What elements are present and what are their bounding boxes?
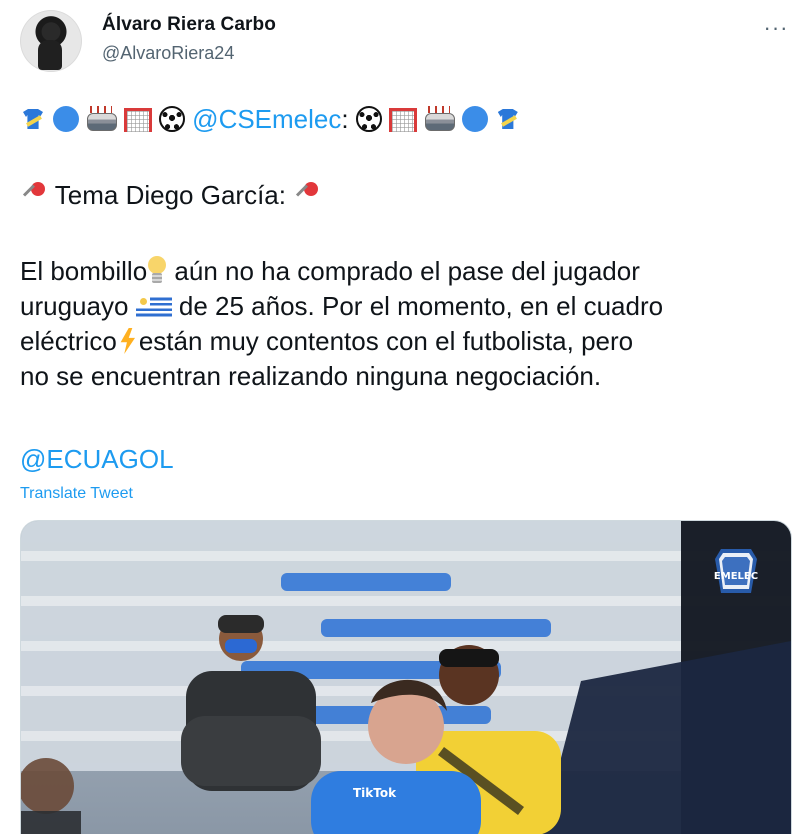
tweet-line-1: @CSEmelec:	[20, 102, 521, 136]
author-name[interactable]: Álvaro Riera Carbo	[102, 14, 276, 36]
shirt-icon	[20, 106, 46, 132]
paragraph-text: no se encuentran realizando ninguna nego…	[20, 361, 602, 391]
media-illustration: EMELEC TikTok	[21, 521, 791, 834]
tweet-line-2: Tema Diego García:	[20, 178, 321, 212]
blue-circle-icon	[53, 106, 80, 132]
shirt-icon	[495, 106, 521, 132]
tweet-paragraph-line-2: uruguayo de 25 años. Por el momento, en …	[20, 289, 663, 323]
paragraph-text: El bombillo	[20, 256, 148, 286]
bulb-icon	[147, 256, 167, 286]
paragraph-text: uruguayo	[20, 291, 129, 321]
tweet-header: Álvaro Riera Carbo @AlvaroRiera24 ···	[20, 10, 790, 76]
goal-net-icon	[389, 108, 418, 132]
mention-ecuagol[interactable]: @ECUAGOL	[20, 442, 174, 476]
avatar[interactable]	[20, 10, 82, 72]
stadium-icon	[86, 106, 118, 132]
more-horizontal-icon[interactable]: ···	[762, 14, 790, 42]
translate-tweet-link[interactable]: Translate Tweet	[20, 485, 133, 503]
tweet-paragraph-line-3: eléctrico están muy contentos con el futb…	[20, 324, 633, 358]
pin-icon	[293, 180, 321, 208]
soccer-ball-icon	[158, 106, 185, 132]
tweet-media-image[interactable]: EMELEC TikTok	[20, 520, 792, 834]
author-handle[interactable]: @AlvaroRiera24	[102, 43, 234, 64]
paragraph-text: aún no ha comprado el pase del jugador	[174, 256, 640, 286]
goal-net-icon	[123, 108, 152, 132]
lightning-icon	[117, 326, 139, 356]
paragraph-text: están muy contentos con el futbolista, p…	[138, 326, 634, 356]
uruguay-flag-icon	[135, 295, 172, 319]
paragraph-text: de 25 años. Por el momento, en el cuadro	[178, 291, 664, 321]
emelec-badge: EMELEC	[714, 549, 758, 593]
colon-text: :	[341, 104, 349, 134]
pin-icon	[20, 180, 48, 208]
paragraph-text: eléctrico	[20, 326, 117, 356]
mention-csemelec[interactable]: @CSEmelec	[192, 104, 341, 134]
topic-text: Tema Diego García:	[54, 180, 286, 210]
jersey-text: TikTok	[353, 786, 397, 800]
blue-circle-icon	[461, 106, 488, 132]
badge-text: EMELEC	[714, 571, 758, 582]
tweet-paragraph-line-1: El bombillo aún no ha comprado el pase d…	[20, 254, 640, 288]
tweet-card: Álvaro Riera Carbo @AlvaroRiera24 ··· @C…	[0, 0, 800, 834]
stadium-icon	[424, 106, 456, 132]
tweet-paragraph-line-4: no se encuentran realizando ninguna nego…	[20, 359, 601, 393]
soccer-ball-icon	[355, 106, 382, 132]
